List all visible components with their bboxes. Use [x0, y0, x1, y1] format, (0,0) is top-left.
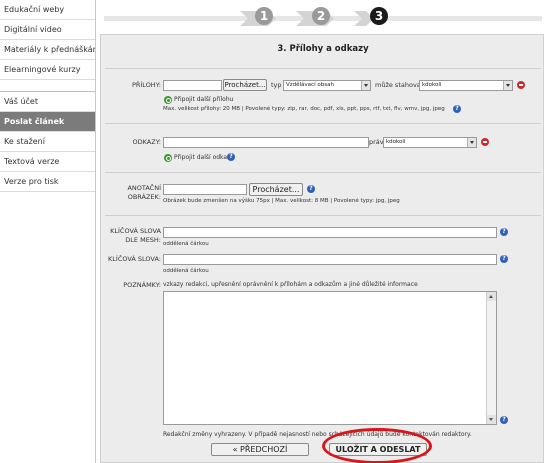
- page-title: 3. Přílohy a odkazy: [277, 44, 369, 54]
- mesh-keywords-label-line1: KLÍČOVÁ SLOVA: [110, 227, 161, 235]
- step-1-icon: 1: [255, 7, 273, 25]
- keywords-input[interactable]: [163, 254, 497, 265]
- download-rights-value: kdokoli: [422, 82, 442, 88]
- remove-attachment-icon[interactable]: [517, 81, 525, 89]
- link-rights-value: kdokoli: [386, 139, 406, 145]
- sidebar-item[interactable]: Poslat článek: [0, 112, 95, 132]
- sidebar: Edukační weby Digitální video Materiály k …: [0, 0, 96, 463]
- links-label: ODKAZY:: [132, 138, 161, 146]
- sidebar-top-group: Edukační weby Digitální video Materiály k …: [0, 0, 95, 80]
- step-2-icon: 2: [312, 7, 330, 25]
- sidebar-item[interactable]: Elearningové kurzy: [0, 60, 95, 80]
- attachment-type-value: Vzdělávací obsah: [286, 82, 334, 88]
- add-attachment-icon[interactable]: [164, 96, 172, 104]
- scroll-up-icon[interactable]: [487, 292, 496, 301]
- chevron-down-icon: [467, 138, 476, 147]
- sidebar-item[interactable]: Verze pro tisk: [0, 172, 95, 192]
- annotation-image-info-text: Obrázek bude zmenšen na výšku 75px | Max…: [163, 198, 400, 204]
- annotation-image-label-line1: ANOTAČNÍ: [127, 184, 161, 192]
- divider: [105, 68, 541, 69]
- sidebar-item[interactable]: Materiály k přednáškám: [0, 40, 95, 60]
- sidebar-item[interactable]: Digitální video: [0, 20, 95, 40]
- divider: [105, 123, 541, 124]
- mesh-keywords-label: KLÍČOVÁ SLOVA DLE MESH:: [105, 227, 161, 245]
- divider: [105, 172, 541, 173]
- attachment-browse-button[interactable]: Procházet...: [223, 79, 267, 91]
- form-panel: 3. Přílohy a odkazy PŘÍLOHY: Procházet..…: [100, 34, 544, 463]
- keywords-hint: oddělená čárkou: [163, 268, 209, 274]
- sidebar-bottom-group: Váš účet Poslat článek Ke stažení Textová v…: [0, 92, 95, 192]
- add-link-link[interactable]: Připojit další odkaz: [174, 154, 230, 162]
- link-url-input[interactable]: [163, 137, 369, 148]
- annotation-image-browse-button[interactable]: Procházet...: [249, 183, 303, 196]
- sidebar-item[interactable]: Ke stažení: [0, 132, 95, 152]
- mesh-keywords-label-line2: DLE MESH:: [125, 236, 161, 244]
- help-icon[interactable]: ?: [453, 105, 461, 113]
- help-icon[interactable]: ?: [500, 255, 508, 263]
- step-indicator: 1 2 3: [100, 0, 550, 32]
- annotation-image-file-input[interactable]: [163, 184, 247, 195]
- help-icon[interactable]: ?: [500, 416, 508, 424]
- notes-label: POZNÁMKY:: [123, 281, 161, 289]
- attachment-file-input[interactable]: [163, 80, 222, 91]
- footer-note: Redakční změny vyhrazeny. V případě neja…: [163, 431, 472, 438]
- sidebar-divider: [0, 80, 95, 92]
- notes-textarea[interactable]: [163, 291, 497, 425]
- download-rights-select[interactable]: kdokoli: [419, 80, 513, 91]
- download-rights-label: může stahovat: [375, 81, 424, 89]
- step-3-icon: 3: [370, 7, 388, 25]
- notes-scrollbar[interactable]: [486, 292, 496, 424]
- add-link-icon[interactable]: [164, 154, 172, 162]
- annotation-image-label-line2: OBRÁZEK:: [127, 193, 161, 201]
- help-icon[interactable]: ?: [227, 153, 235, 161]
- chevron-down-icon: [361, 81, 370, 90]
- link-rights-select[interactable]: kdokoli: [383, 137, 477, 148]
- scroll-down-icon[interactable]: [487, 415, 496, 424]
- attachment-info-text: Max. velikost přílohy: 20 MB | Povolené …: [163, 106, 445, 112]
- attachment-type-label: typ: [271, 81, 282, 89]
- sidebar-item[interactable]: Váš účet: [0, 92, 95, 112]
- previous-button[interactable]: « PŘEDCHOZÍ: [211, 443, 309, 456]
- help-icon[interactable]: ?: [500, 228, 508, 236]
- notes-hint: vzkazy redakci, upřesnění oprávnění k př…: [163, 281, 418, 288]
- annotation-image-label: ANOTAČNÍ OBRÁZEK:: [105, 184, 161, 202]
- attachments-label: PŘÍLOHY:: [131, 81, 161, 89]
- help-icon[interactable]: ?: [307, 185, 315, 193]
- attachment-type-select[interactable]: Vzdělávací obsah: [283, 80, 371, 91]
- save-and-send-button[interactable]: ULOŽIT A ODESLAT: [329, 443, 427, 456]
- remove-link-icon[interactable]: [481, 138, 489, 146]
- mesh-keywords-input[interactable]: [163, 227, 497, 238]
- chevron-down-icon: [503, 81, 512, 90]
- divider: [105, 215, 541, 216]
- sidebar-item[interactable]: Edukační weby: [0, 0, 95, 20]
- sidebar-item[interactable]: Textová verze: [0, 152, 95, 172]
- mesh-keywords-hint: oddělená čárkou: [163, 241, 209, 247]
- keywords-label: KLÍČOVÁ SLOVA:: [108, 255, 161, 263]
- add-attachment-link[interactable]: Připojit další přílohu: [174, 96, 233, 104]
